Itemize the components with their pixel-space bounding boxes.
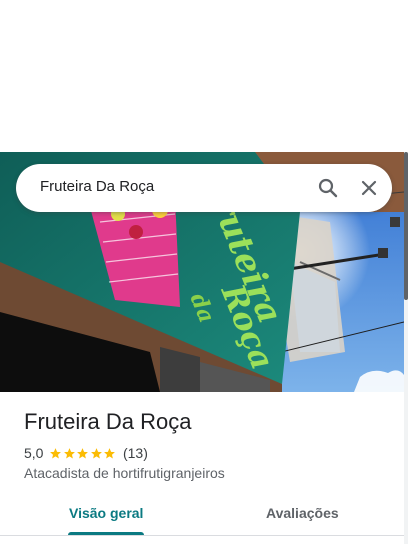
star-icon — [77, 447, 89, 458]
star-icon — [91, 447, 102, 458]
tab-reviews[interactable]: Avaliações — [266, 505, 339, 521]
tab-overview[interactable]: Visão geral — [69, 505, 143, 521]
search-box[interactable]: Fruteira Da Roça — [16, 164, 392, 212]
star-icon — [104, 447, 116, 458]
scrollbar-thumb[interactable] — [404, 152, 408, 300]
star-icon — [50, 447, 62, 458]
review-count-link[interactable]: (13) — [123, 445, 148, 461]
tab-divider — [0, 535, 404, 536]
search-input[interactable]: Fruteira Da Roça — [40, 178, 154, 195]
close-icon[interactable] — [357, 176, 381, 200]
rating-value: 5,0 — [24, 445, 44, 461]
rating-stars — [49, 447, 117, 460]
map-blank-area — [0, 0, 408, 152]
star-icon — [64, 447, 75, 458]
search-icon[interactable] — [316, 176, 340, 200]
place-category[interactable]: Atacadista de hortifrutigranjeiros — [24, 465, 225, 481]
place-title: Fruteira Da Roça — [24, 409, 192, 434]
rating-row: 5,0 (13) — [24, 444, 148, 462]
